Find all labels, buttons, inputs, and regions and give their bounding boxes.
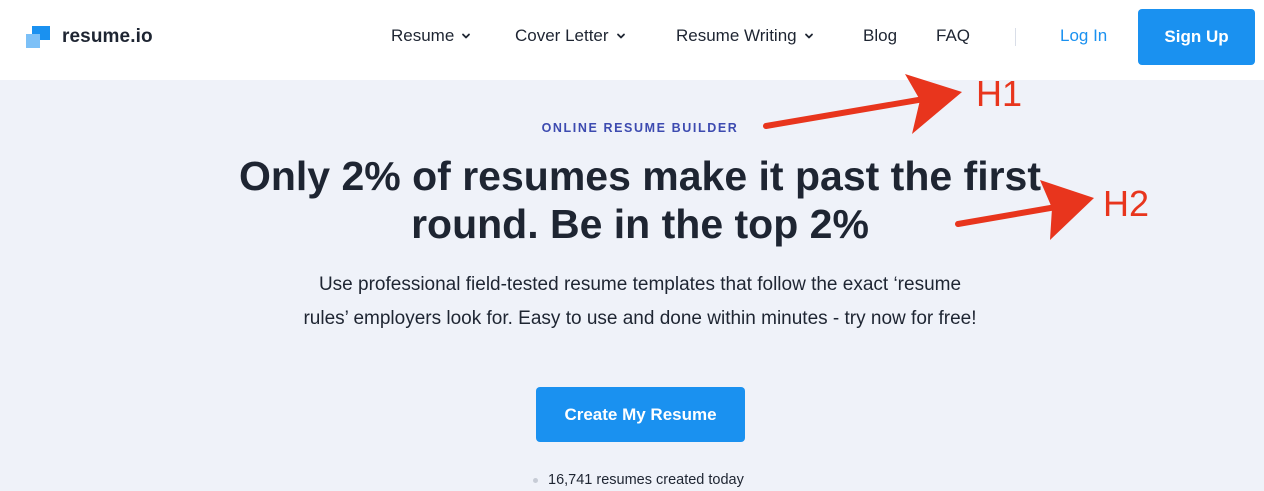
nav-item-faq[interactable]: FAQ bbox=[936, 26, 970, 46]
hero-eyebrow: ONLINE RESUME BUILDER bbox=[541, 121, 739, 135]
logo-text: resume.io bbox=[62, 26, 153, 47]
nav-item-label: Resume bbox=[391, 26, 455, 45]
logo[interactable]: resume.io bbox=[26, 24, 153, 50]
signup-button[interactable]: Sign Up bbox=[1138, 9, 1255, 65]
create-resume-button[interactable]: Create My Resume bbox=[536, 387, 745, 442]
nav-item-cover-letter[interactable]: Cover Letter bbox=[515, 26, 626, 46]
nav-item-label: FAQ bbox=[936, 26, 971, 45]
nav-item-label: Cover Letter bbox=[515, 26, 609, 45]
nav-divider bbox=[1015, 28, 1016, 46]
hero-headline: Only 2% of resumes make it past the firs… bbox=[238, 153, 1042, 247]
status-dot-icon bbox=[533, 477, 538, 483]
chevron-down-icon bbox=[461, 31, 471, 41]
login-link[interactable]: Log In bbox=[1060, 26, 1107, 46]
h2-annotation-label: H2 bbox=[1103, 183, 1150, 224]
h1-annotation-label: H1 bbox=[976, 73, 1023, 114]
resume-counter: 16,741 resumes created today bbox=[533, 472, 744, 488]
site-header: resume.io Resume Cover Letter Resume Wri… bbox=[0, 0, 1264, 80]
chevron-down-icon bbox=[616, 31, 626, 41]
hero-subtext: Use professional field-tested resume tem… bbox=[303, 274, 977, 329]
chevron-down-icon bbox=[804, 31, 814, 41]
nav-item-resume-writing[interactable]: Resume Writing bbox=[676, 26, 814, 46]
nav-item-blog[interactable]: Blog bbox=[863, 26, 897, 46]
nav-item-resume[interactable]: Resume bbox=[391, 26, 471, 46]
nav-item-label: Resume Writing bbox=[676, 26, 797, 45]
resume-counter-text: 16,741 resumes created today bbox=[548, 472, 744, 488]
nav-item-label: Blog bbox=[863, 26, 898, 45]
logo-icon bbox=[26, 24, 52, 50]
